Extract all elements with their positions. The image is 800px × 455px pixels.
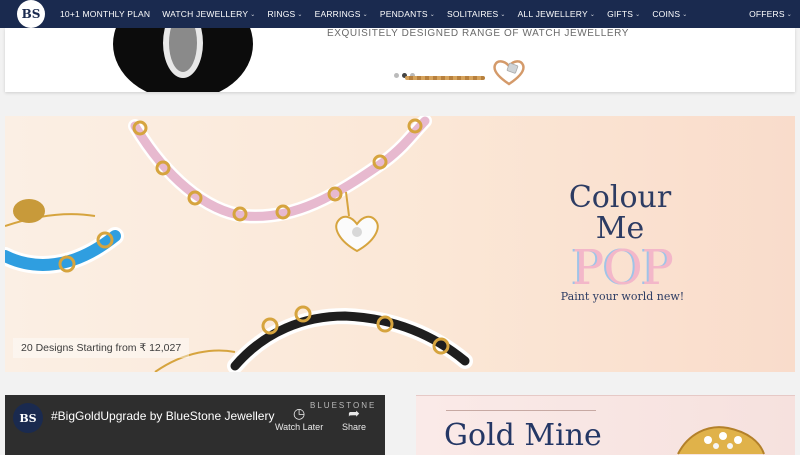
brand-logo[interactable]: BS (16, 0, 46, 28)
nav-item-label: OFFERS (749, 9, 785, 19)
nav-item-label: GIFTS (607, 9, 634, 19)
nav-item-label: SOLITAIRES (446, 9, 499, 19)
nav-item-coins[interactable]: COINS ⌄ (652, 9, 687, 19)
chevron-down-icon: ⌄ (250, 11, 256, 18)
chevron-down-icon: ⌄ (500, 11, 506, 18)
watch-image (113, 28, 253, 92)
carousel-dot[interactable] (394, 73, 399, 78)
chevron-down-icon: ⌄ (786, 11, 792, 18)
nav-item-label: EARRINGS (314, 9, 361, 19)
divider (446, 410, 596, 411)
chevron-down-icon: ⌄ (589, 11, 596, 18)
watch-later-button[interactable]: ◷ Watch Later (275, 405, 323, 432)
logo-mark: BS (17, 0, 45, 28)
share-label: Share (342, 422, 367, 432)
nav-item-watch-jewellery[interactable]: WATCH JEWELLERY ⌄ (162, 9, 255, 19)
heart-charm-image (493, 60, 525, 86)
nav-item-label: RINGS (267, 9, 296, 19)
gold-mine-banner[interactable]: Gold Mine (416, 395, 795, 455)
nav-item-label: PENDANTS (379, 9, 428, 19)
banner-pop-text: POP (572, 240, 674, 296)
colour-me-pop-banner[interactable]: Colour Me POP Paint your world new! 20 D… (5, 116, 795, 372)
nav-item-label: WATCH JEWELLERY (162, 9, 249, 19)
nav-item-earrings[interactable]: EARRINGS ⌄ (315, 9, 368, 19)
chevron-down-icon: ⌄ (682, 11, 688, 18)
nav-item-gifts[interactable]: GIFTS ⌄ (607, 9, 640, 19)
watch-jewellery-carousel[interactable]: EXQUISITELY DESIGNED RANGE OF WATCH JEWE… (5, 28, 795, 92)
top-navigation: BS 10+1 MONTHLY PLAN WATCH JEWELLERY ⌄ RI… (0, 0, 800, 28)
nav-item-label: COINS (652, 9, 681, 19)
banner-price-caption: 20 Designs Starting from ₹ 12,027 (13, 338, 190, 358)
chain-image (405, 76, 485, 80)
nav-item-solitaires[interactable]: SOLITAIRES ⌄ (447, 9, 506, 19)
nav-item-label: ALL JEWELLERY (517, 9, 588, 19)
nav-item-offers[interactable]: OFFERS ⌄ (749, 9, 792, 19)
watch-later-label: Watch Later (275, 422, 324, 432)
clock-icon: ◷ (292, 405, 306, 421)
gold-mine-title: Gold Mine (444, 418, 602, 453)
banner-subline: Paint your world new! (560, 290, 685, 303)
chevron-down-icon: ⌄ (362, 11, 368, 18)
headline-line-1: Colour (568, 180, 672, 215)
watch-dial (163, 28, 203, 78)
nav-item-rings[interactable]: RINGS ⌄ (267, 9, 302, 19)
chevron-down-icon: ⌄ (429, 11, 435, 18)
nav-item-pendants[interactable]: PENDANTS ⌄ (380, 9, 435, 19)
gold-jewellery-image (677, 426, 765, 455)
carousel-tagline: EXQUISITELY DESIGNED RANGE OF WATCH JEWE… (327, 28, 630, 39)
youtube-video-embed[interactable]: BS #BigGoldUpgrade by BlueStone Jeweller… (5, 395, 385, 455)
chevron-down-icon: ⌄ (635, 11, 641, 18)
banner-headline: Colour Me (560, 182, 680, 244)
share-button[interactable]: ➦ Share (342, 405, 366, 432)
share-icon: ➦ (348, 405, 360, 421)
channel-avatar[interactable]: BS (13, 403, 43, 433)
video-title[interactable]: #BigGoldUpgrade by BlueStone Jewellery (51, 409, 274, 423)
nav-item-monthly-plan[interactable]: 10+1 MONTHLY PLAN (60, 9, 150, 19)
nav-item-label: 10+1 MONTHLY PLAN (60, 9, 151, 19)
chevron-down-icon: ⌄ (297, 11, 303, 18)
nav-menu: 10+1 MONTHLY PLAN WATCH JEWELLERY ⌄ RINGS… (60, 0, 699, 28)
nav-item-all-jewellery[interactable]: ALL JEWELLERY ⌄ (518, 9, 595, 19)
